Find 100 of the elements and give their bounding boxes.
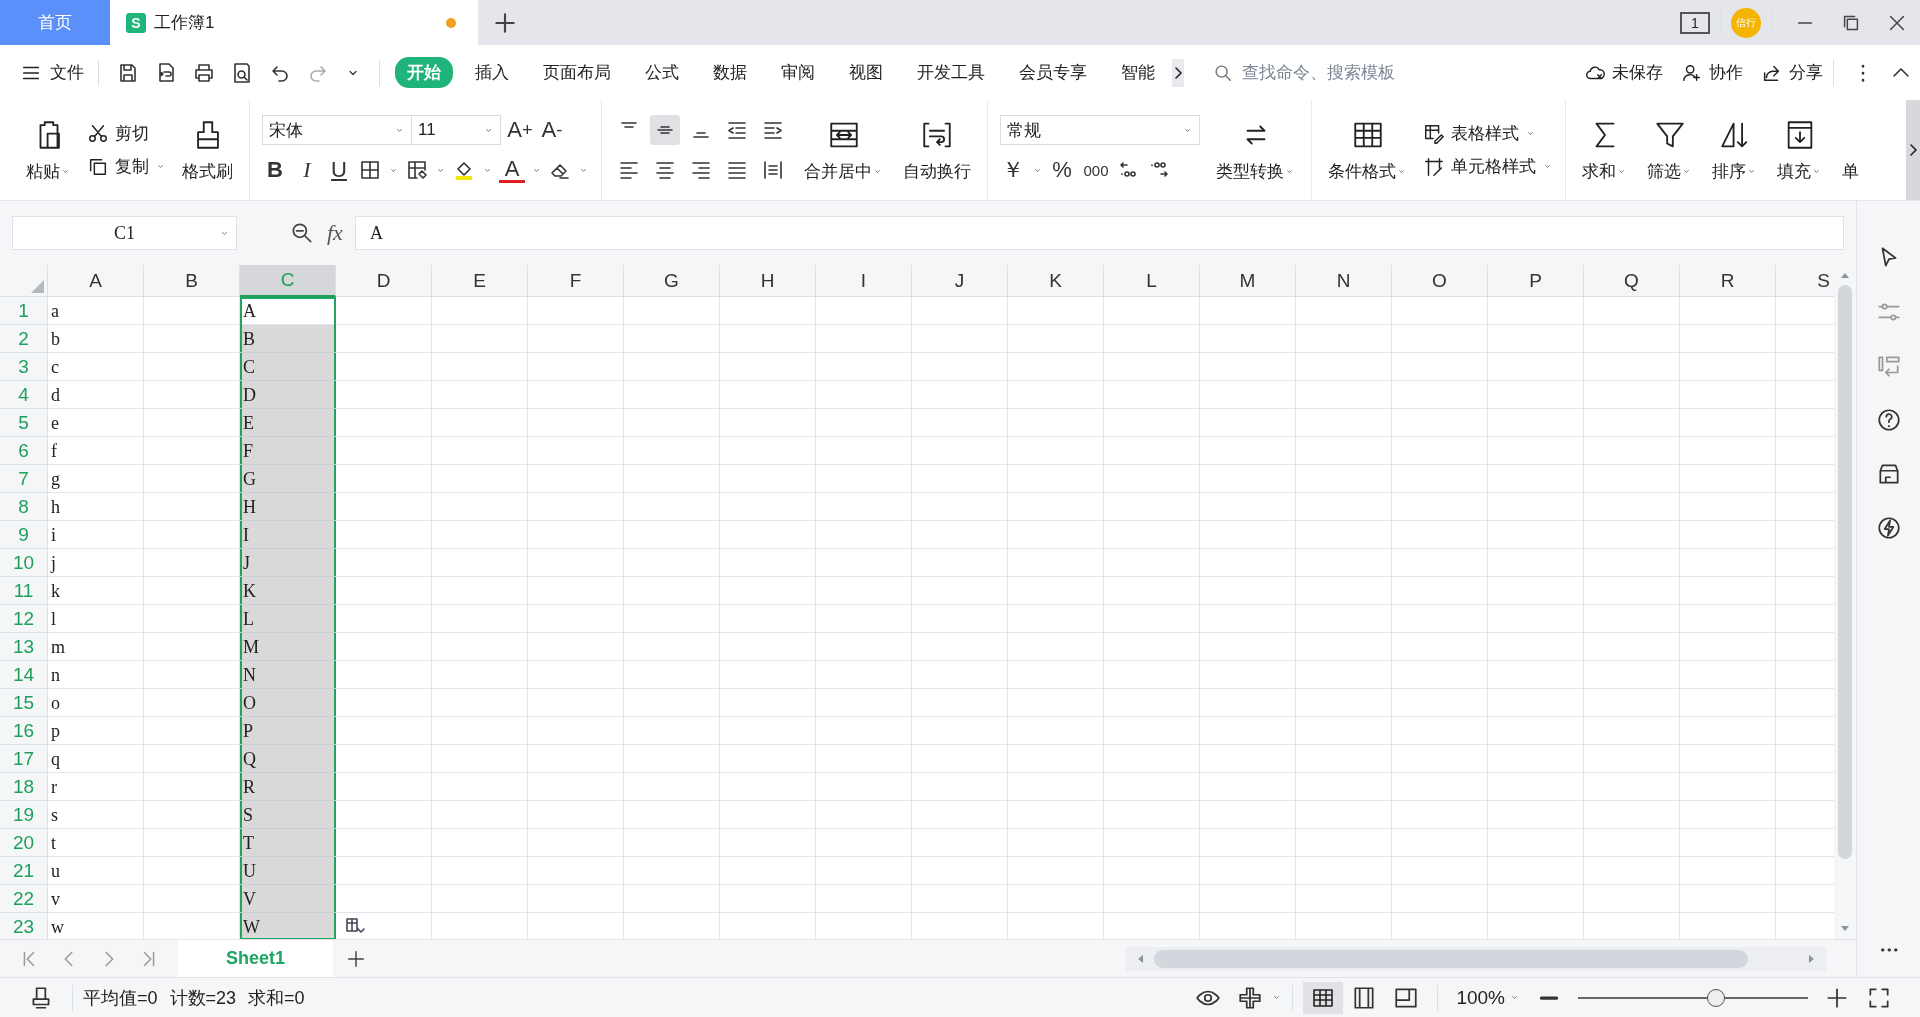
- fill-button[interactable]: 填充: [1773, 117, 1826, 183]
- format-painter-button[interactable]: 格式刷: [178, 117, 237, 183]
- horizontal-scrollbar[interactable]: [1126, 946, 1826, 971]
- column-header[interactable]: J: [912, 265, 1008, 297]
- zoom-slider-thumb[interactable]: [1707, 988, 1725, 1007]
- column-header[interactable]: G: [624, 265, 720, 297]
- table-cell-text: u: [50, 860, 61, 883]
- column-header[interactable]: H: [720, 265, 816, 297]
- table-cell: K: [240, 577, 336, 605]
- add-user-button[interactable]: 协作: [1681, 61, 1743, 84]
- borders-icon[interactable]: [358, 158, 382, 182]
- name-box[interactable]: C1: [12, 216, 237, 250]
- scroll-down-icon[interactable]: [1840, 925, 1850, 933]
- table-cell-text: w: [50, 916, 65, 939]
- percent-button[interactable]: %: [1049, 155, 1075, 185]
- table-cell-text: v: [50, 888, 61, 911]
- number-format-select[interactable]: 常规: [1000, 115, 1200, 145]
- cell-format-icon[interactable]: [405, 158, 429, 182]
- cloud-button[interactable]: 未保存: [1584, 61, 1663, 84]
- column-header[interactable]: K: [1008, 265, 1104, 297]
- ribbon-tab[interactable]: 数据: [701, 57, 759, 88]
- table-cell: H: [240, 493, 336, 521]
- column-header[interactable]: I: [816, 265, 912, 297]
- file-menu[interactable]: 文件: [20, 61, 88, 84]
- table-cell-text: k: [50, 580, 61, 603]
- column-header[interactable]: A: [48, 265, 144, 297]
- middle-align-icon[interactable]: [650, 115, 680, 145]
- column-header[interactable]: O: [1392, 265, 1488, 297]
- currency-button[interactable]: ￥: [1000, 155, 1026, 185]
- table-cell: I: [240, 521, 336, 549]
- ribbon-button[interactable]: 单: [1838, 117, 1863, 183]
- column-header[interactable]: E: [432, 265, 528, 297]
- font-color-button[interactable]: A: [499, 157, 525, 183]
- lightning-icon[interactable]: [1875, 515, 1902, 541]
- spreadsheet-logo: S: [126, 12, 146, 33]
- window-count-button[interactable]: 1: [1680, 11, 1710, 34]
- table-cell-text: s: [50, 804, 59, 827]
- ribbon-tab[interactable]: 页面布局: [531, 57, 623, 88]
- column-header[interactable]: R: [1680, 265, 1776, 297]
- function-button[interactable]: fx: [327, 220, 343, 246]
- scroll-right-icon[interactable]: [1808, 953, 1816, 964]
- italic-button[interactable]: I: [294, 155, 320, 185]
- copy-button[interactable]: 复制: [87, 155, 166, 178]
- font-size-select[interactable]: 11: [411, 115, 501, 145]
- type-convert-button[interactable]: 类型转换: [1212, 117, 1299, 183]
- normal-view-button[interactable]: [1303, 981, 1344, 1014]
- scissors-icon: [87, 122, 109, 145]
- sum-button[interactable]: 求和: [1578, 117, 1631, 183]
- sort-button[interactable]: 排序: [1708, 117, 1761, 183]
- transfer-icon[interactable]: [1875, 353, 1902, 379]
- workbook-tab[interactable]: S 工作簿1: [110, 0, 478, 45]
- table-cell-text: o: [50, 692, 61, 715]
- conditional-format-button[interactable]: 条件格式: [1324, 117, 1411, 183]
- bold-button[interactable]: B: [262, 155, 288, 185]
- font-name-select[interactable]: 宋体: [262, 115, 412, 145]
- zoom-select[interactable]: 100%: [1456, 986, 1520, 1009]
- merge-center-button[interactable]: 合并居中: [800, 117, 887, 183]
- column-header[interactable]: F: [528, 265, 624, 297]
- ribbon-tab[interactable]: 审阅: [769, 57, 827, 88]
- column-header[interactable]: D: [336, 265, 432, 297]
- thousands-button[interactable]: 000: [1081, 155, 1111, 185]
- status-stat: 求和=0: [248, 986, 305, 1010]
- column-header[interactable]: M: [1200, 265, 1296, 297]
- column-header[interactable]: L: [1104, 265, 1200, 297]
- column-header[interactable]: B: [144, 265, 240, 297]
- paste-button[interactable]: 粘贴: [22, 117, 75, 183]
- search-field[interactable]: 查找命令、搜索模板: [1212, 61, 1444, 84]
- ribbon-tab[interactable]: 智能: [1109, 57, 1167, 88]
- filter-button[interactable]: 筛选: [1643, 117, 1696, 183]
- ribbon-tab[interactable]: 开发工具: [905, 57, 997, 88]
- column-header[interactable]: Q: [1584, 265, 1680, 297]
- table-cell-text: r: [50, 776, 58, 799]
- cut-button[interactable]: 剪切: [87, 122, 166, 145]
- share-button[interactable]: 分享: [1761, 61, 1823, 84]
- table-cell: J: [240, 549, 336, 577]
- ribbon-tab[interactable]: 公式: [633, 57, 691, 88]
- wrap-text-button[interactable]: 自动换行: [899, 117, 975, 183]
- table-style-button[interactable]: 表格样式: [1423, 122, 1553, 145]
- column-header[interactable]: S: [1776, 265, 1834, 297]
- workbook-title: 工作簿1: [154, 12, 216, 34]
- table-cell-text: h: [50, 496, 61, 519]
- ribbon-tab[interactable]: 会员专享: [1007, 57, 1099, 88]
- more-tabs-button[interactable]: [1172, 58, 1184, 87]
- cell-style-button[interactable]: 单元格样式: [1423, 155, 1553, 178]
- scroll-left-icon[interactable]: [1136, 953, 1144, 964]
- table-style-icon: [1423, 122, 1445, 145]
- column-header[interactable]: P: [1488, 265, 1584, 297]
- scroll-up-icon[interactable]: [1840, 271, 1850, 279]
- ribbon-tab[interactable]: 视图: [837, 57, 895, 88]
- ribbon-scroll-button[interactable]: [1906, 100, 1920, 200]
- table-cell: T: [240, 829, 336, 857]
- formula-input[interactable]: A: [354, 216, 1844, 250]
- ribbon-tab[interactable]: 插入: [463, 57, 521, 88]
- underline-button[interactable]: U: [326, 155, 352, 185]
- cross-icon[interactable]: [1237, 984, 1264, 1011]
- table-cell-text: l: [50, 608, 57, 631]
- help-icon[interactable]: [1875, 407, 1902, 433]
- vertical-scrollbar[interactable]: [1834, 265, 1856, 939]
- column-header[interactable]: N: [1296, 265, 1392, 297]
- table-cell-text: p: [50, 720, 61, 743]
